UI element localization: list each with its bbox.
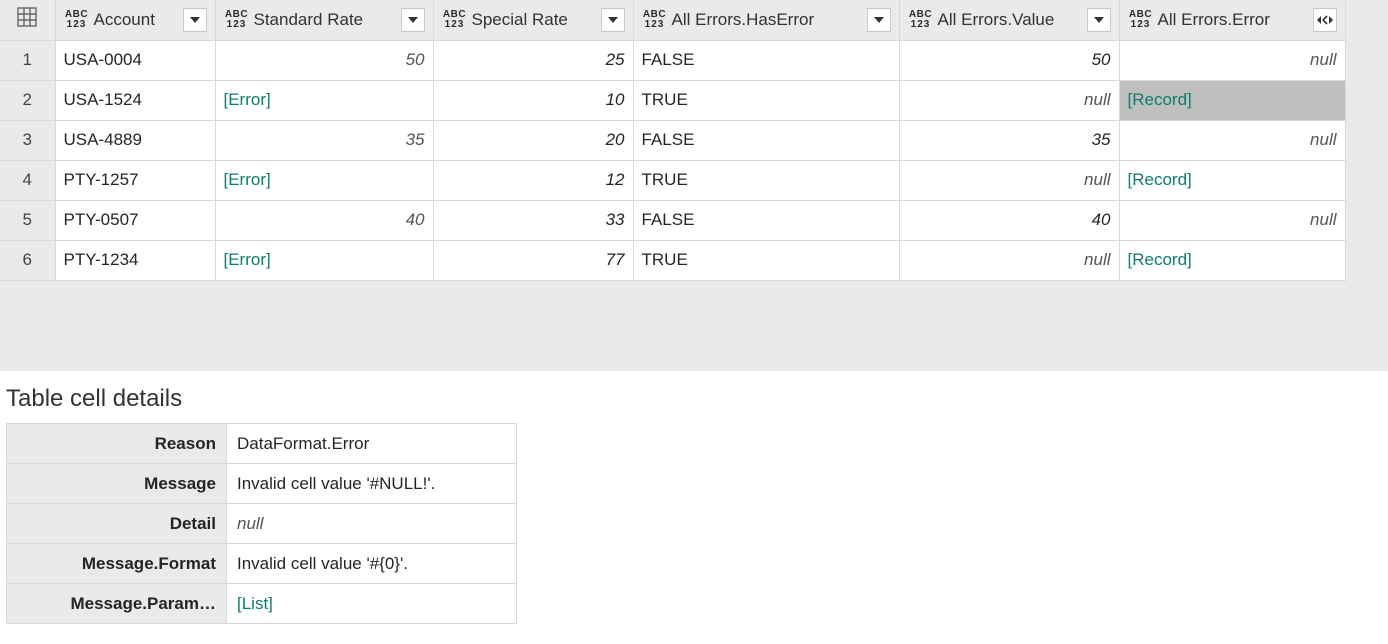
column-header-standard-rate[interactable]: ABC123 Standard Rate [215,0,433,40]
column-header-account[interactable]: ABC123 Account [55,0,215,40]
column-header-error-value[interactable]: ABC123 All Errors.Value [899,0,1119,40]
cell-special-rate[interactable]: 33 [433,200,633,240]
cell-error-error[interactable]: [Record] [1119,80,1345,120]
cell-special-rate[interactable]: 10 [433,80,633,120]
details-row: Message.FormatInvalid cell value '#{0}'. [7,544,517,584]
data-grid: ABC123 Account ABC123 Standard Rate [0,0,1388,373]
datatype-any-icon: ABC123 [642,10,668,30]
details-title: Table cell details [6,385,1382,413]
cell-error-error[interactable]: [Record] [1119,240,1345,280]
cell-account[interactable]: USA-1524 [55,80,215,120]
table-row[interactable]: 5PTY-05074033FALSE40null [0,200,1345,240]
details-row: Message.Param…[List] [7,584,517,624]
details-key: Message.Format [7,544,227,584]
details-row: ReasonDataFormat.Error [7,424,517,464]
row-number[interactable]: 3 [0,120,55,160]
cell-standard-rate[interactable]: 35 [215,120,433,160]
filter-button[interactable] [867,8,891,32]
filter-button[interactable] [183,8,207,32]
cell-special-rate[interactable]: 12 [433,160,633,200]
row-number[interactable]: 5 [0,200,55,240]
filter-button[interactable] [601,8,625,32]
row-number[interactable]: 1 [0,40,55,80]
cell-error-error[interactable]: null [1119,120,1345,160]
column-label: All Errors.Value [938,10,1055,30]
filter-button[interactable] [1087,8,1111,32]
cell-special-rate[interactable]: 77 [433,240,633,280]
details-row: MessageInvalid cell value '#NULL!'. [7,464,517,504]
row-number[interactable]: 2 [0,80,55,120]
column-label: Special Rate [472,10,568,30]
cell-has-error[interactable]: TRUE [633,80,899,120]
details-key: Message [7,464,227,504]
cell-standard-rate[interactable]: 50 [215,40,433,80]
cell-error-value[interactable]: null [899,80,1119,120]
cell-has-error[interactable]: FALSE [633,120,899,160]
cell-standard-rate[interactable]: [Error] [215,240,433,280]
table-row[interactable]: 3USA-48893520FALSE35null [0,120,1345,160]
cell-error-value[interactable]: null [899,240,1119,280]
cell-account[interactable]: PTY-0507 [55,200,215,240]
column-label: Standard Rate [254,10,364,30]
table-row[interactable]: 1USA-00045025FALSE50null [0,40,1345,80]
row-number[interactable]: 4 [0,160,55,200]
column-header-error-error[interactable]: ABC123 All Errors.Error [1119,0,1345,40]
cell-has-error[interactable]: TRUE [633,160,899,200]
cell-standard-rate[interactable]: [Error] [215,80,433,120]
details-table: ReasonDataFormat.ErrorMessageInvalid cel… [6,423,517,624]
table-row[interactable]: 2USA-1524[Error]10TRUEnull[Record] [0,80,1345,120]
details-row: Detailnull [7,504,517,544]
table-row[interactable]: 6PTY-1234[Error]77TRUEnull[Record] [0,240,1345,280]
details-value: Invalid cell value '#NULL!'. [227,464,517,504]
datatype-any-icon: ABC123 [64,10,90,30]
cell-special-rate[interactable]: 20 [433,120,633,160]
cell-error-value[interactable]: 35 [899,120,1119,160]
datatype-any-icon: ABC123 [1128,10,1154,30]
datatype-any-icon: ABC123 [224,10,250,30]
cell-account[interactable]: PTY-1234 [55,240,215,280]
cell-details-panel: Table cell details ReasonDataFormat.Erro… [0,373,1388,630]
expand-button[interactable] [1313,8,1337,32]
cell-standard-rate[interactable]: [Error] [215,160,433,200]
table-icon [17,7,37,32]
cell-error-error[interactable]: null [1119,40,1345,80]
cell-error-error[interactable]: [Record] [1119,160,1345,200]
select-all-corner[interactable] [0,0,55,40]
details-key: Reason [7,424,227,464]
cell-error-value[interactable]: 40 [899,200,1119,240]
row-number[interactable]: 6 [0,240,55,280]
details-value[interactable]: [List] [227,584,517,624]
grid-table: ABC123 Account ABC123 Standard Rate [0,0,1346,281]
table-row[interactable]: 4PTY-1257[Error]12TRUEnull[Record] [0,160,1345,200]
datatype-any-icon: ABC123 [908,10,934,30]
cell-error-value[interactable]: 50 [899,40,1119,80]
column-label: Account [94,10,155,30]
cell-has-error[interactable]: TRUE [633,240,899,280]
cell-has-error[interactable]: FALSE [633,40,899,80]
cell-account[interactable]: USA-0004 [55,40,215,80]
column-header-special-rate[interactable]: ABC123 Special Rate [433,0,633,40]
cell-account[interactable]: USA-4889 [55,120,215,160]
cell-account[interactable]: PTY-1257 [55,160,215,200]
filter-button[interactable] [401,8,425,32]
datatype-any-icon: ABC123 [442,10,468,30]
details-key: Message.Param… [7,584,227,624]
cell-error-value[interactable]: null [899,160,1119,200]
cell-has-error[interactable]: FALSE [633,200,899,240]
details-key: Detail [7,504,227,544]
cell-error-error[interactable]: null [1119,200,1345,240]
details-value: Invalid cell value '#{0}'. [227,544,517,584]
details-value: DataFormat.Error [227,424,517,464]
cell-special-rate[interactable]: 25 [433,40,633,80]
cell-standard-rate[interactable]: 40 [215,200,433,240]
column-header-has-error[interactable]: ABC123 All Errors.HasError [633,0,899,40]
column-label: All Errors.HasError [672,10,815,30]
column-label: All Errors.Error [1158,10,1270,30]
details-value: null [227,504,517,544]
